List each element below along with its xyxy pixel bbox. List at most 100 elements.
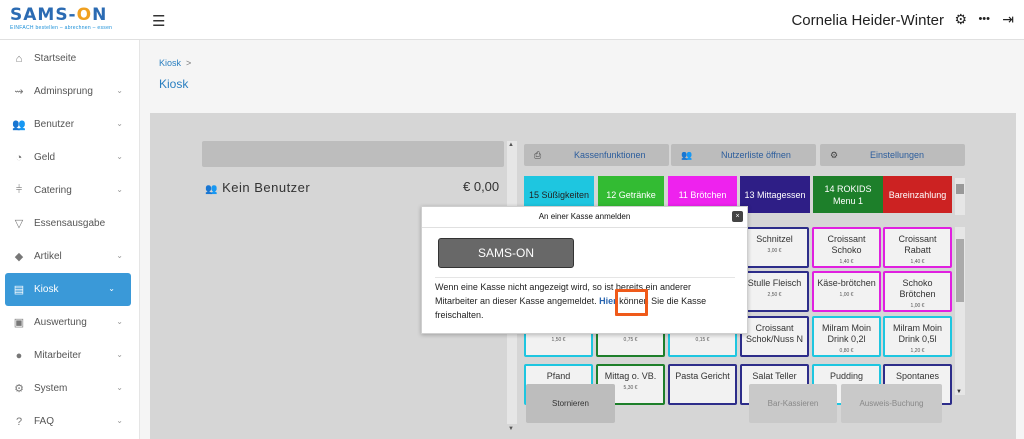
sidebar-item-mitarbeiter[interactable]: ● Mitarbeiter ⌄: [0, 339, 139, 372]
sidebar-item-label: Artikel: [34, 251, 62, 262]
hamburger-icon[interactable]: ☰: [152, 12, 165, 30]
piggy-bank-icon: ◔: [15, 151, 23, 164]
sidebar-item-label: Adminsprung: [34, 86, 93, 97]
nutzerliste-button[interactable]: 👥 Nutzerliste öffnen: [671, 144, 816, 166]
bar-kassieren-button[interactable]: Bar-Kassieren: [749, 384, 837, 423]
dots-icon[interactable]: •••: [978, 13, 990, 25]
chevron-down-icon: ⌄: [108, 284, 115, 293]
user-panel-header: [202, 141, 504, 167]
product-tile[interactable]: Schoko Brötchen 1,00 €: [883, 271, 952, 312]
clipboard-icon: ▣: [13, 317, 25, 329]
product-tile[interactable]: Croissant Schoko 1,40 €: [812, 227, 881, 268]
sidebar-item-label: Catering: [34, 185, 72, 196]
kiosk-icon: ▤: [13, 284, 25, 296]
dialog-divider: [422, 227, 747, 228]
chevron-down-icon: ⌄: [116, 251, 123, 260]
printer-icon: ⎙: [534, 149, 542, 160]
close-icon[interactable]: ×: [732, 211, 743, 222]
chevron-down-icon: ⌄: [116, 317, 123, 326]
sidebar-item-faq[interactable]: ? FAQ ⌄: [0, 405, 139, 438]
sidebar-item-startseite[interactable]: ⌂ Startseite: [0, 42, 139, 75]
product-name: Milram Moin Drink 0,5l: [892, 323, 942, 344]
scroll-down-icon[interactable]: ▼: [956, 389, 962, 395]
chevron-down-icon: ⌄: [116, 383, 123, 392]
sidebar-item-system[interactable]: ⚙ System ⌄: [0, 372, 139, 405]
product-name: Pasta Gericht: [675, 371, 730, 381]
product-tile[interactable]: Milram Moin Drink 0,5l 1,20 €: [883, 316, 952, 357]
users-icon: 👥: [12, 119, 26, 131]
sidebar-item-benutzer[interactable]: 👥 Benutzer ⌄: [0, 108, 139, 141]
kassenfunktionen-button[interactable]: ⎙ Kassenfunktionen: [524, 144, 669, 166]
product-price: 0,75 €: [623, 337, 638, 343]
product-name: Milram Moin Drink 0,2l: [821, 323, 871, 344]
sidebar-item-auswertung[interactable]: ▣ Auswertung ⌄: [0, 306, 139, 339]
sidebar-item-catering[interactable]: ⫩ Catering ⌄: [0, 174, 139, 207]
current-user: 👥 Kein Benutzer: [205, 180, 310, 195]
tag-icon: ◆: [14, 251, 24, 263]
product-tile[interactable]: Stulle Fleisch 2,50 €: [740, 271, 809, 312]
sidebar-item-essensausgabe[interactable]: ▽ Essensausgabe: [0, 207, 139, 240]
scroll-thumb[interactable]: [956, 184, 964, 194]
sidebar-item-label: Kiosk: [34, 284, 59, 295]
gear-icon: ⚙: [830, 149, 839, 160]
sidebar-item-label: FAQ: [34, 416, 55, 427]
category-scrollbar[interactable]: [955, 178, 965, 215]
chevron-down-icon: ⌄: [116, 350, 123, 359]
product-tile[interactable]: Croissant Rabatt 1,40 €: [883, 227, 952, 268]
product-tile[interactable]: Pasta Gericht: [668, 364, 737, 405]
button-label: Kassenfunktionen: [574, 150, 646, 160]
chevron-down-icon: ⌄: [116, 416, 123, 425]
product-name: Croissant Schok/Nuss N: [745, 323, 804, 344]
category-tab[interactable]: 14 ROKIDS Menu 1: [813, 176, 883, 213]
sidebar-item-label: Geld: [34, 152, 56, 163]
unlock-link[interactable]: Hier: [599, 296, 617, 306]
category-tab[interactable]: Bareinzahlung: [883, 176, 952, 213]
logout-icon[interactable]: ⇥: [1002, 11, 1014, 28]
product-price: 1,40 €: [839, 259, 854, 265]
product-name: Stulle Fleisch: [747, 278, 802, 288]
sidebar-item-label: System: [34, 383, 68, 394]
button-label: Einstellungen: [870, 150, 925, 160]
sidebar-item-geld[interactable]: ◔ Geld ⌄: [0, 141, 139, 174]
sidebar-item-label: Mitarbeiter: [34, 350, 82, 361]
product-price: 1,50 €: [551, 337, 566, 343]
top-bar: SAMS-ON EINFACH bestellen – abrechnen – …: [0, 0, 1024, 40]
chevron-down-icon: ⌄: [116, 86, 123, 95]
product-scrollbar[interactable]: ▼: [955, 227, 965, 395]
ausweis-buchung-button[interactable]: Ausweis-Buchung: [841, 384, 942, 423]
product-tile[interactable]: Croissant Schok/Nuss N: [740, 316, 809, 357]
breadcrumb-item-kiosk[interactable]: Kiosk: [159, 58, 181, 68]
product-name: Salat Teller: [752, 371, 797, 381]
scroll-up-icon[interactable]: ▲: [508, 142, 514, 148]
product-tile[interactable]: Schnitzel 3,00 €: [740, 227, 809, 268]
sidebar-item-label: Benutzer: [34, 119, 75, 130]
product-price: 1,00 €: [910, 303, 925, 309]
stornieren-button[interactable]: Stornieren: [526, 384, 615, 423]
product-name: Schnitzel: [756, 234, 793, 244]
page-title: Kiosk: [159, 77, 189, 91]
sidebar-item-kiosk[interactable]: ▤ Kiosk ⌄: [5, 273, 131, 306]
sidebar-item-label: Essensausgabe: [34, 218, 106, 229]
sidebar-item-artikel[interactable]: ◆ Artikel ⌄: [0, 240, 139, 273]
register-tile-sams-on[interactable]: SAMS-ON: [438, 238, 574, 268]
chevron-down-icon: ⌄: [116, 185, 123, 194]
sidebar-item-adminsprung[interactable]: ⇝ Adminsprung ⌄: [0, 75, 139, 108]
breadcrumb-separator: >: [186, 58, 192, 68]
sidebar-item-label: Auswertung: [34, 317, 87, 328]
product-price: 0,80 €: [839, 348, 854, 354]
logo[interactable]: SAMS-ON EINFACH bestellen – abrechnen – …: [10, 6, 135, 36]
balance: € 0,00: [463, 179, 500, 194]
product-tile[interactable]: Milram Moin Drink 0,2l 0,80 €: [812, 316, 881, 357]
gear-icon[interactable]: ⚙: [954, 11, 967, 28]
scroll-down-icon[interactable]: ▼: [508, 426, 514, 432]
dispense-icon: ▽: [14, 218, 24, 230]
product-tile[interactable]: Käse-brötchen 1,00 €: [812, 271, 881, 312]
cutlery-icon: ⫩: [15, 184, 23, 196]
category-tab[interactable]: 13 Mittagessen: [740, 176, 810, 213]
product-name: Croissant Rabatt: [898, 234, 937, 255]
logo-wordmark: SAMS-ON: [10, 5, 108, 25]
einstellungen-button[interactable]: ⚙ Einstellungen: [820, 144, 965, 166]
scroll-thumb[interactable]: [956, 239, 964, 302]
product-name: Käse-brötchen: [817, 278, 876, 288]
product-price: 0,15 €: [695, 337, 710, 343]
